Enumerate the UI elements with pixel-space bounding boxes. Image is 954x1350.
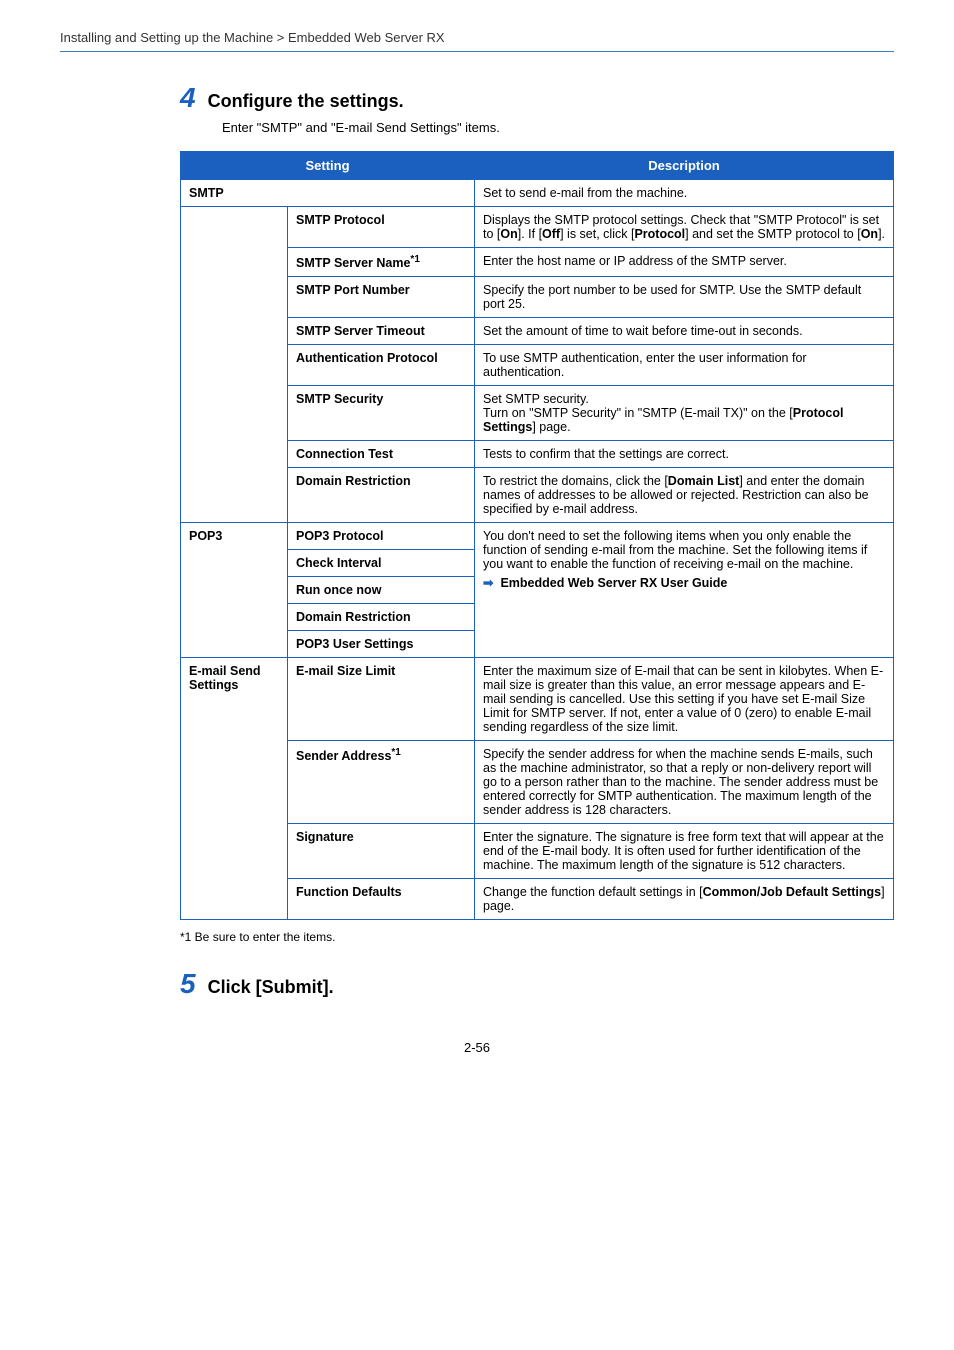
step-4-number: 4 [180, 82, 196, 114]
table-row: Function Defaults Change the function de… [181, 879, 894, 920]
step-4-subtext: Enter "SMTP" and "E-mail Send Settings" … [222, 120, 894, 135]
setting-desc: Specify the sender address for when the … [475, 741, 894, 824]
setting-desc: Set the amount of time to wait before ti… [475, 318, 894, 345]
table-row: SMTP Server Name*1 Enter the host name o… [181, 248, 894, 277]
step-4-header: 4 Configure the settings. [180, 82, 894, 114]
setting-name: POP3 User Settings [288, 631, 475, 658]
settings-table: Setting Description SMTP Set to send e-m… [180, 151, 894, 920]
step-5-title: Click [Submit]. [208, 977, 334, 998]
setting-desc: To restrict the domains, click the [Doma… [475, 468, 894, 523]
col-description-header: Description [475, 152, 894, 180]
setting-name: POP3 Protocol [288, 523, 475, 550]
setting-name: Connection Test [288, 441, 475, 468]
setting-name: SMTP Server Name*1 [288, 248, 475, 277]
pop3-category: POP3 [181, 523, 288, 658]
setting-desc: Set SMTP security.Turn on "SMTP Security… [475, 386, 894, 441]
setting-desc: Enter the maximum size of E-mail that ca… [475, 658, 894, 741]
page-number: 2-56 [60, 1040, 894, 1055]
setting-name: E-mail Size Limit [288, 658, 475, 741]
pop3-desc: You don't need to set the following item… [475, 523, 894, 658]
guide-link[interactable]: Embedded Web Server RX User Guide [500, 576, 727, 590]
setting-name: SMTP Security [288, 386, 475, 441]
setting-name: Signature [288, 824, 475, 879]
setting-name: Domain Restriction [288, 604, 475, 631]
table-row: SMTP Security Set SMTP security.Turn on … [181, 386, 894, 441]
email-category: E-mail Send Settings [181, 658, 288, 920]
setting-desc: Enter the host name or IP address of the… [475, 248, 894, 277]
setting-name: SMTP Server Timeout [288, 318, 475, 345]
setting-desc: Enter the signature. The signature is fr… [475, 824, 894, 879]
table-row: SMTP Set to send e-mail from the machine… [181, 180, 894, 207]
col-setting-header: Setting [181, 152, 475, 180]
step-5-header: 5 Click [Submit]. [180, 968, 894, 1000]
table-row: SMTP Server Timeout Set the amount of ti… [181, 318, 894, 345]
smtp-cat-spacer [181, 207, 288, 523]
table-row: Connection Test Tests to confirm that th… [181, 441, 894, 468]
step-4-title: Configure the settings. [208, 91, 404, 112]
table-row: E-mail Send Settings E-mail Size Limit E… [181, 658, 894, 741]
table-row: Sender Address*1 Specify the sender addr… [181, 741, 894, 824]
footnote: *1 Be sure to enter the items. [180, 930, 894, 944]
setting-desc: Specify the port number to be used for S… [475, 277, 894, 318]
setting-name: Sender Address*1 [288, 741, 475, 824]
step-5-number: 5 [180, 968, 196, 1000]
setting-desc: To use SMTP authentication, enter the us… [475, 345, 894, 386]
table-row: Authentication Protocol To use SMTP auth… [181, 345, 894, 386]
setting-name: Check Interval [288, 550, 475, 577]
table-row: Signature Enter the signature. The signa… [181, 824, 894, 879]
setting-name: Function Defaults [288, 879, 475, 920]
breadcrumb: Installing and Setting up the Machine > … [60, 30, 894, 45]
table-row: Domain Restriction To restrict the domai… [181, 468, 894, 523]
setting-desc: Change the function default settings in … [475, 879, 894, 920]
setting-name: Run once now [288, 577, 475, 604]
divider [60, 51, 894, 52]
table-row: POP3 POP3 Protocol You don't need to set… [181, 523, 894, 550]
setting-name: Authentication Protocol [288, 345, 475, 386]
setting-name: SMTP Protocol [288, 207, 475, 248]
smtp-category: SMTP [181, 180, 475, 207]
setting-name: SMTP Port Number [288, 277, 475, 318]
smtp-category-desc: Set to send e-mail from the machine. [475, 180, 894, 207]
setting-desc: Displays the SMTP protocol settings. Che… [475, 207, 894, 248]
setting-desc: Tests to confirm that the settings are c… [475, 441, 894, 468]
table-row: SMTP Protocol Displays the SMTP protocol… [181, 207, 894, 248]
table-row: SMTP Port Number Specify the port number… [181, 277, 894, 318]
arrow-icon: ➡ [483, 576, 493, 590]
setting-name: Domain Restriction [288, 468, 475, 523]
